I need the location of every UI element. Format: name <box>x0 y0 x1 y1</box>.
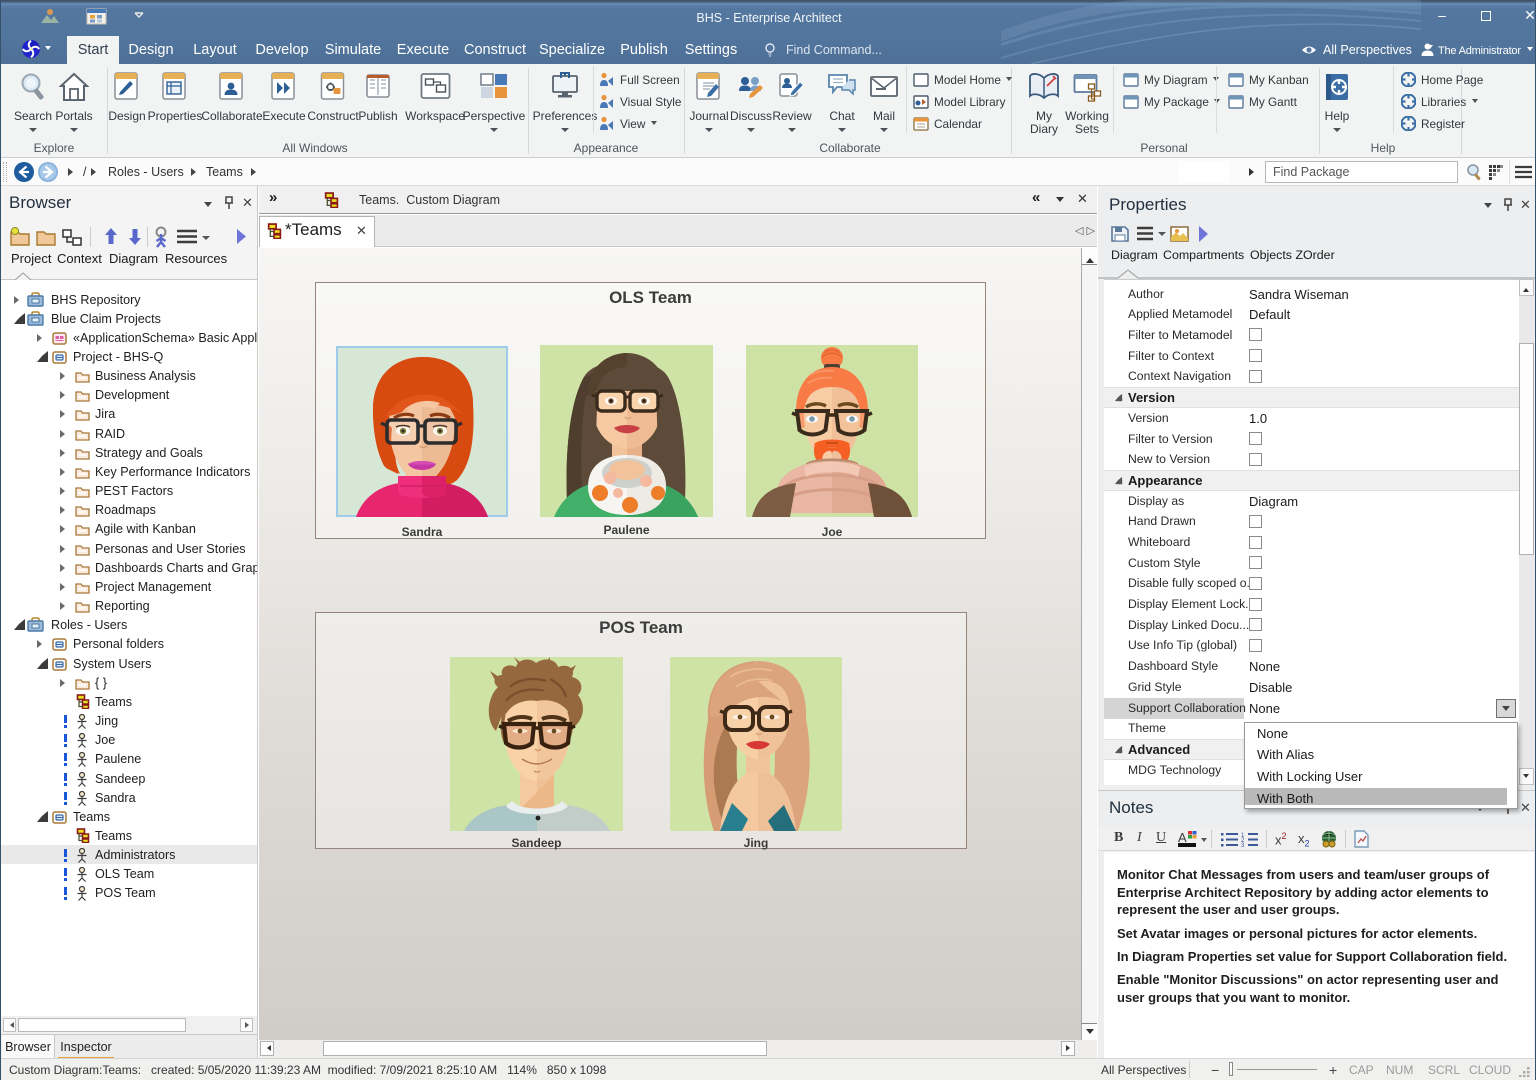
svg-text:3: 3 <box>1241 843 1245 847</box>
